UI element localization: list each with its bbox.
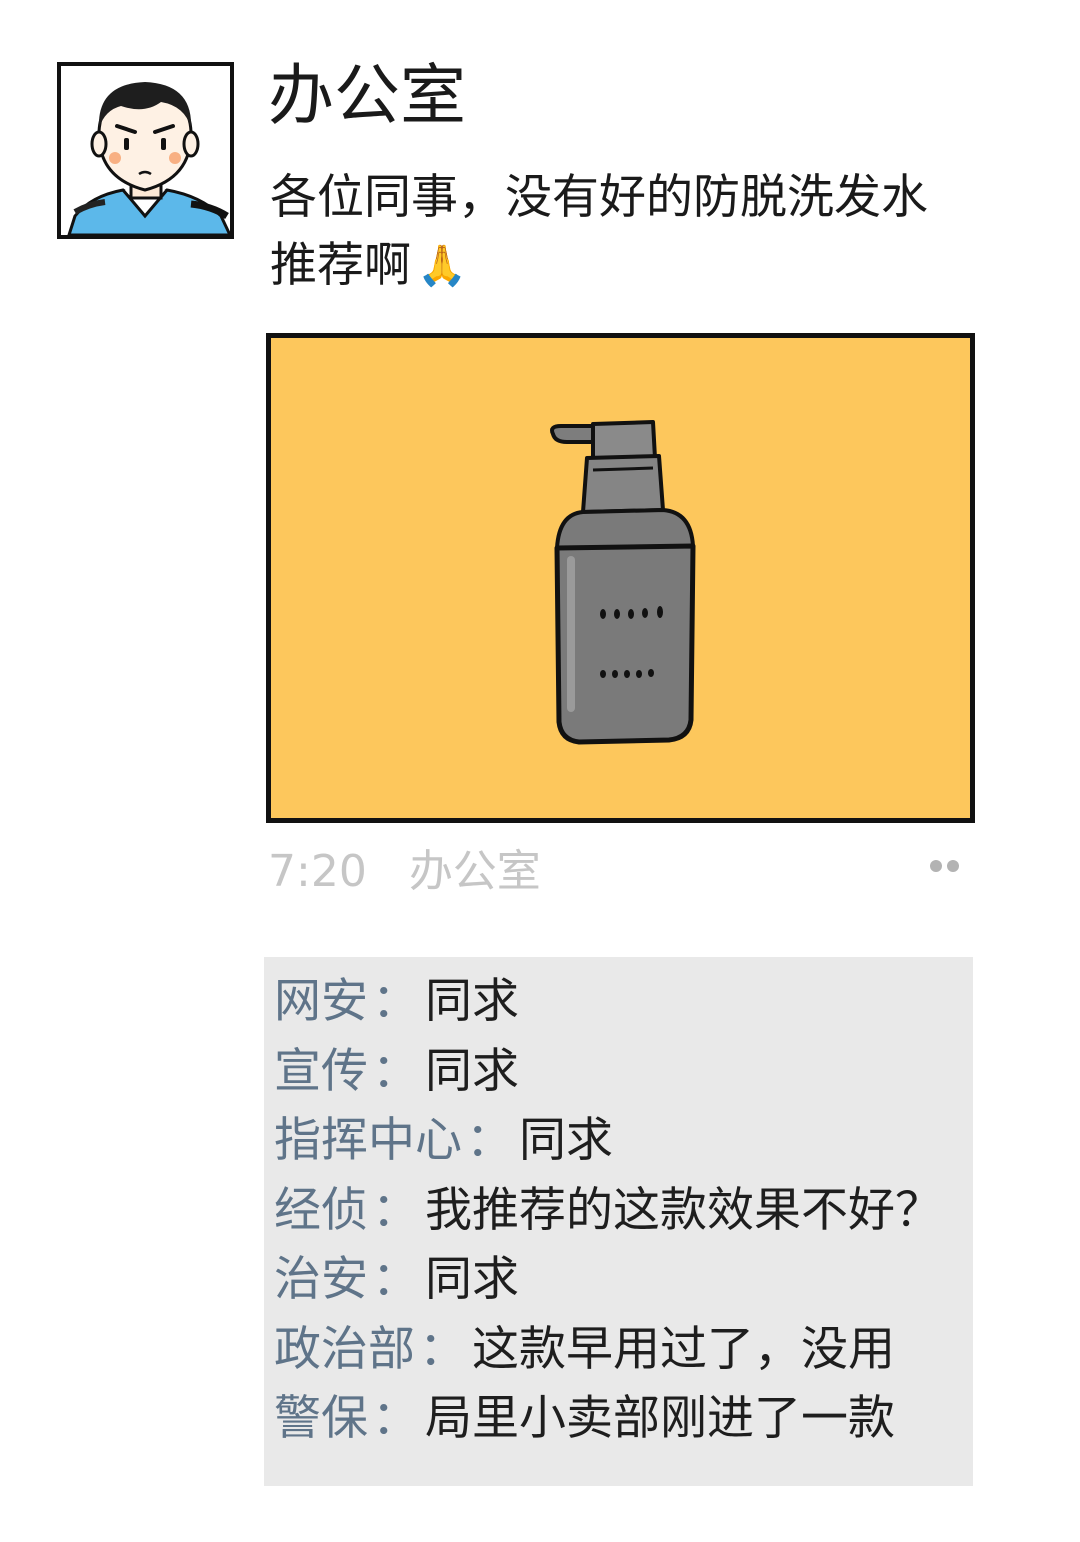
comment-author[interactable]: 警保 — [274, 1391, 368, 1446]
post-time: 7:20 — [268, 846, 367, 897]
avatar[interactable] — [57, 62, 234, 239]
comment-separator: ： — [372, 1043, 419, 1099]
comment-author[interactable]: 经侦 — [274, 1183, 368, 1238]
comment-item[interactable]: 网安： 同求 — [274, 967, 973, 1037]
post-meta: 7:20 办公室 — [268, 842, 541, 902]
post-text-line: 各位同事，没有好的防脱洗发水 — [270, 170, 928, 225]
comment-separator: ： — [466, 1113, 513, 1168]
comment-author[interactable]: 网安 — [274, 974, 368, 1029]
comment-item[interactable]: 宣传： 同求 — [274, 1037, 973, 1107]
comment-list: 网安： 同求 宣传： 同求 指挥中心： 同求 经侦： 我推荐的这款效果不好？ 治安： 同求… — [264, 957, 973, 1486]
comment-text: 局里小卖部刚进了一款 — [425, 1391, 895, 1446]
comment-separator: ： — [372, 974, 419, 1029]
comment-item[interactable]: 指挥中心： 同求 — [274, 1106, 973, 1176]
post-source[interactable]: 办公室 — [409, 846, 541, 897]
comment-item[interactable]: 政治部： 这款早用过了，没用 — [274, 1315, 973, 1385]
post-text: 各位同事，没有好的防脱洗发水 推荐啊 🙏 — [270, 164, 990, 300]
folded-hands-emoji-icon: 🙏 — [417, 243, 467, 289]
comment-separator: ： — [372, 1182, 419, 1238]
more-options-button[interactable] — [922, 848, 966, 884]
comment-author[interactable]: 指挥中心 — [274, 1113, 462, 1168]
comment-text: 同求 — [519, 1113, 613, 1168]
post-image[interactable] — [266, 333, 975, 823]
comment-item[interactable]: 警保： 局里小卖部刚进了一款 — [274, 1384, 973, 1454]
comment-text: 同求 — [425, 1043, 519, 1099]
comment-separator: ： — [372, 1252, 419, 1307]
comment-separator: ： — [372, 1391, 419, 1446]
post-text-line: 推荐啊 🙏 — [270, 232, 990, 300]
shampoo-bottle-icon — [550, 420, 696, 745]
comment-author[interactable]: 政治部 — [274, 1322, 415, 1377]
comment-text: 同求 — [425, 974, 519, 1029]
ellipsis-icon — [930, 860, 959, 872]
comment-text: 同求 — [425, 1252, 519, 1307]
comment-item[interactable]: 治安： 同求 — [274, 1245, 973, 1315]
comment-author[interactable]: 宣传 — [274, 1044, 368, 1099]
post-text-line-2: 推荐啊 — [270, 238, 411, 293]
comment-item[interactable]: 经侦： 我推荐的这款效果不好？ — [274, 1176, 973, 1246]
comment-author[interactable]: 治安 — [274, 1252, 368, 1307]
police-officer-avatar-icon — [67, 82, 230, 235]
post-author-name[interactable]: 办公室 — [268, 56, 466, 136]
comment-text: 这款早用过了，没用 — [472, 1321, 895, 1377]
comment-text: 我推荐的这款效果不好？ — [425, 1182, 942, 1238]
comment-separator: ： — [419, 1321, 466, 1377]
